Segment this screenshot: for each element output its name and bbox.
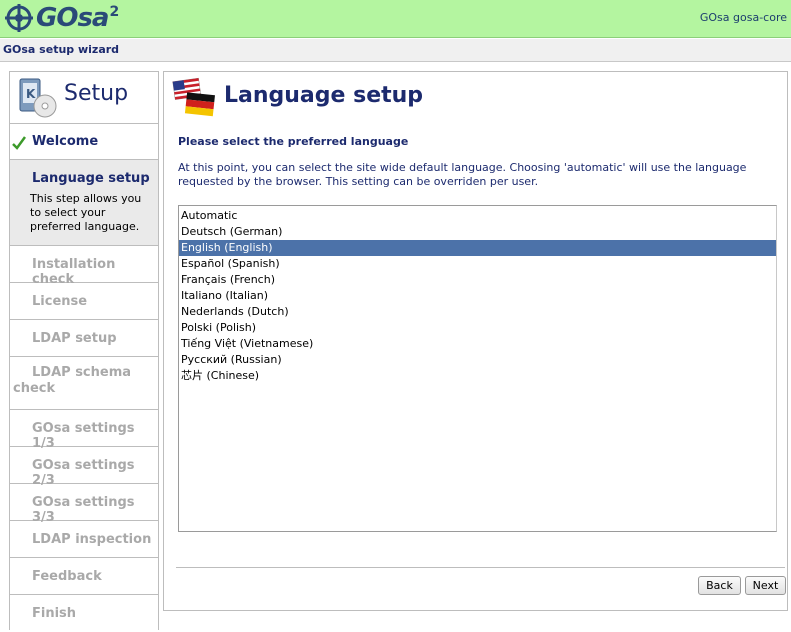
- language-option-italian[interactable]: Italiano (Italian): [179, 288, 776, 304]
- setup-sidebar: K Setup Welcome Language setup This step…: [9, 71, 159, 630]
- sidebar-item-label: LDAP setup: [32, 331, 117, 346]
- sidebar-item-label: Welcome: [32, 134, 99, 149]
- sidebar-item-finish: Finish: [10, 595, 158, 632]
- language-option-automatic[interactable]: Automatic: [179, 208, 776, 224]
- sidebar-item-ldap-inspection: LDAP inspection: [10, 521, 158, 558]
- language-option-russian[interactable]: Русский (Russian): [179, 352, 776, 368]
- sidebar-item-label: Feedback: [32, 569, 102, 584]
- language-option-polish[interactable]: Polski (Polish): [179, 320, 776, 336]
- page-description: At this point, you can select the site w…: [178, 161, 747, 188]
- language-option-german[interactable]: Deutsch (German): [179, 224, 776, 240]
- language-option-dutch[interactable]: Nederlands (Dutch): [179, 304, 776, 320]
- section-title: Please select the preferred language: [178, 135, 409, 148]
- sidebar-item-label: Language setup: [32, 171, 150, 186]
- language-option-vietnamese[interactable]: Tiếng Việt (Vietnamese): [179, 336, 776, 352]
- language-listbox[interactable]: Automatic Deutsch (German) English (Engl…: [178, 205, 777, 532]
- sidebar-item-gosa-settings-1: GOsa settings 1/3: [10, 410, 158, 451]
- top-header: GOsa2 GOsa gosa-core: [0, 0, 791, 38]
- language-option-english[interactable]: English (English): [179, 240, 776, 256]
- sidebar-item-gosa-settings-3: GOsa settings 3/3: [10, 484, 158, 525]
- footer-divider: [176, 567, 785, 568]
- wizard-title-bar: GOsa setup wizard: [0, 39, 791, 62]
- language-option-chinese[interactable]: 芯片 (Chinese): [179, 368, 776, 384]
- logo-text: GOsa: [36, 3, 109, 33]
- header-version-label: GOsa gosa-core: [699, 11, 787, 24]
- sidebar-item-gosa-settings-2: GOsa settings 2/3: [10, 447, 158, 488]
- sidebar-item-label: LDAP inspection: [32, 532, 152, 547]
- gosa-logo: GOsa2: [4, 2, 119, 34]
- logo-version: 2: [109, 4, 119, 21]
- sidebar-item-welcome[interactable]: Welcome: [10, 124, 158, 160]
- sidebar-item-installation-check: Installation check: [10, 246, 158, 287]
- wizard-title: GOsa setup wizard: [3, 43, 120, 56]
- back-button[interactable]: Back: [698, 576, 741, 595]
- sidebar-item-license: License: [10, 283, 158, 320]
- checkmark-icon: [12, 136, 26, 150]
- language-flags-icon: [172, 77, 215, 117]
- language-option-spanish[interactable]: Español (Spanish): [179, 256, 776, 272]
- sidebar-item-label: License: [32, 294, 88, 309]
- sidebar-item-feedback: Feedback: [10, 558, 158, 595]
- sidebar-item-label: LDAP schema check: [13, 365, 132, 396]
- next-button[interactable]: Next: [745, 576, 786, 595]
- svg-text:K: K: [26, 87, 36, 101]
- language-option-french[interactable]: Français (French): [179, 272, 776, 288]
- sidebar-item-label: Finish: [32, 606, 77, 621]
- page-title: Language setup: [224, 83, 424, 108]
- gosa-logo-icon: [5, 4, 33, 32]
- sidebar-item-ldap-schema-check: LDAP schema check: [10, 357, 158, 410]
- sidebar-item-description: This step allows you to select your pref…: [30, 192, 142, 233]
- sidebar-item-ldap-setup: LDAP setup: [10, 320, 158, 357]
- main-panel: Language setup Please select the preferr…: [163, 71, 788, 611]
- setup-package-icon: K: [19, 78, 57, 118]
- sidebar-item-language-setup[interactable]: Language setup This step allows you to s…: [10, 160, 158, 246]
- sidebar-title: Setup: [64, 81, 129, 106]
- sidebar-header: K Setup: [10, 72, 158, 124]
